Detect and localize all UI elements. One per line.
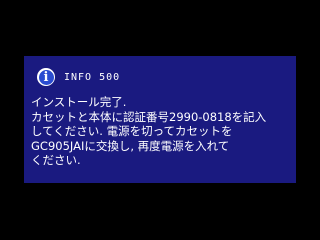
message-line: カセットと本体に認証番号2990-0818を記入 — [31, 109, 267, 124]
message-line: インストール完了. — [31, 95, 127, 109]
message-line: ください. — [31, 153, 81, 167]
message-line: してください. 電源を切ってカセットを — [31, 124, 233, 138]
dialog-message: インストール完了. カセットと本体に認証番号2990-0818を記入 してくださ… — [31, 95, 293, 168]
info-dialog: i INFO 500 インストール完了. カセットと本体に認証番号2990-08… — [24, 56, 296, 183]
dialog-header: i INFO 500 — [37, 67, 120, 87]
info-icon-glyph: i — [38, 69, 54, 85]
info-icon: i — [37, 68, 55, 86]
screen: i INFO 500 インストール完了. カセットと本体に認証番号2990-08… — [0, 0, 320, 240]
message-line: GC905JAIに交換し, 再度電源を入れて — [31, 138, 230, 153]
dialog-title: INFO 500 — [64, 71, 121, 83]
